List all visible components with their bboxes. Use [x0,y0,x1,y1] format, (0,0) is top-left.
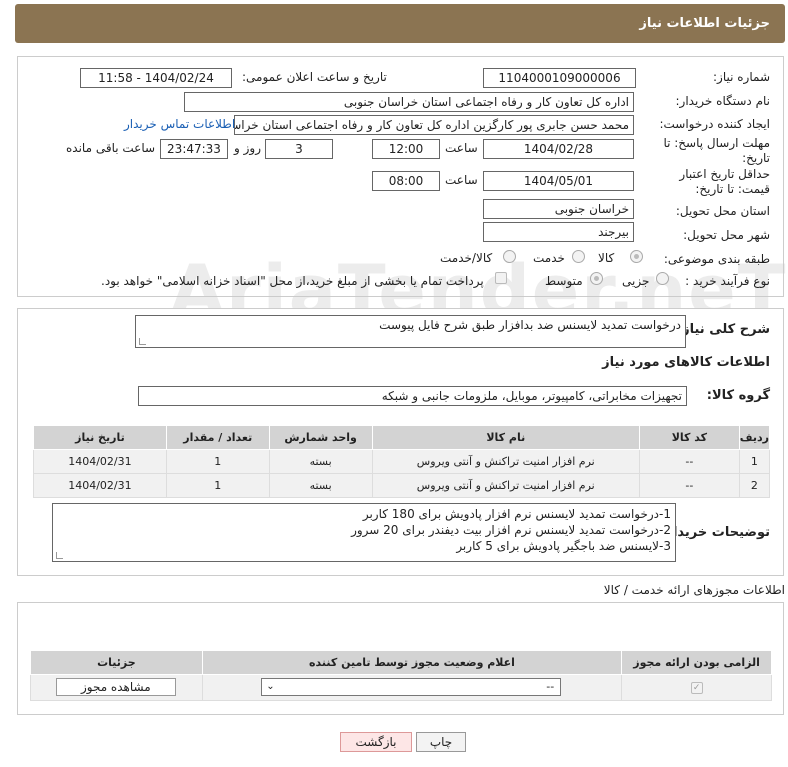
buyer-org-field: اداره کل تعاون کار و رفاه اجتماعی استان … [184,92,634,112]
cell-qty: 1 [165,449,270,474]
cell-date: 1404/02/31 [33,473,167,498]
col-date: تاریخ نیاز [33,425,167,450]
category-label: طبقه بندی موضوعی: [663,252,770,266]
remaining-label: ساعت باقی مانده [66,141,156,155]
category-both-label: کالا/خدمت [440,251,493,265]
table-row: 2 -- نرم افزار امنیت تراکنش و آنتی ویروس… [33,473,771,498]
requester-field: محمد حسن جابری پور کارگزین اداره کل تعاو… [234,115,634,135]
permits-section-title: اطلاعات مجوزهای ارائه خدمت / کالا [603,583,785,597]
table-row: 1 -- نرم افزار امنیت تراکنش و آنتی ویروس… [33,449,771,474]
goods-group-field: تجهیزات مخابراتی، کامپیوتر، موبایل، ملزو… [138,386,687,406]
cell-name: نرم افزار امنیت تراکنش و آنتی ویروس [371,473,640,498]
process-medium-label: متوسط [545,274,583,288]
description-text: درخواست تمدید لایسنس ضد بدافزار طبق شرح … [379,318,681,332]
buyer-note-line: 1-درخواست تمدید لایسنس نرم افزار پادویش … [362,507,671,521]
need-number-label: شماره نیاز: [713,70,770,84]
view-permit-button[interactable]: مشاهده مجوز [55,678,176,696]
cell-unit: بسته [268,449,373,474]
cell-name: نرم افزار امنیت تراکنش و آنتی ویروس [371,449,640,474]
category-service-label: خدمت [533,251,565,265]
goods-table-header: ردیف کد کالا نام کالا واحد شمارش تعداد /… [33,425,771,450]
cell-row: 2 [738,473,771,498]
process-label: نوع فرآیند خرید : [685,274,770,288]
cell-code: -- [638,473,740,498]
province-label: استان محل تحویل: [675,204,770,218]
col-permit-required: الزامی بودن ارائه مجوز [621,650,772,675]
cell-permit-required: ✓ [621,674,772,701]
buyer-notes-textarea[interactable]: 1-درخواست تمدید لایسنس نرم افزار پادویش … [52,503,676,562]
resize-grip[interactable] [139,338,146,345]
category-goods-radio[interactable] [630,250,643,263]
province-field: خراسان جنوبی [483,199,634,219]
cell-row: 1 [738,449,771,474]
col-qty: تعداد / مقدار [165,425,270,450]
page-header: جزئیات اطلاعات نیاز [15,4,785,43]
permits-table: الزامی بودن ارائه مجوز اعلام وضعیت مجوز … [30,650,772,701]
category-service-radio[interactable] [572,250,585,263]
page-title: جزئیات اطلاعات نیاز [639,16,770,31]
buyer-notes-label: توضیحات خریدار: [660,525,770,540]
cell-permit-status: -- ⌄ [201,674,623,701]
col-row: ردیف [738,425,771,450]
reply-deadline-label: مهلت ارسال پاسخ: تا تاریخ: [663,136,770,165]
contact-info-link[interactable]: اطلاعات تماس خریدار [124,117,235,131]
need-number-field: 1104000109000006 [483,68,636,88]
process-medium-radio[interactable] [590,272,603,285]
process-minor-radio[interactable] [656,272,669,285]
chevron-down-icon: ⌄ [266,681,275,692]
cell-unit: بسته [268,473,373,498]
remaining-time-field: 23:47:33 [160,139,228,159]
treasury-payment-checkbox[interactable] [495,272,507,284]
col-unit: واحد شمارش [268,425,373,450]
table-row: ✓ -- ⌄ مشاهده مجوز [30,674,772,701]
col-permit-details: جزئیات [30,650,203,675]
announce-label: تاریخ و ساعت اعلان عمومی: [242,70,387,84]
cell-qty: 1 [165,473,270,498]
col-permit-status: اعلام وضعیت مجوز توسط تامین کننده [201,650,623,675]
permit-status-select[interactable]: -- ⌄ [261,678,562,696]
city-field: بیرجند [483,222,634,242]
goods-table: ردیف کد کالا نام کالا واحد شمارش تعداد /… [33,425,771,498]
requester-label: ایجاد کننده درخواست: [659,117,770,131]
buyer-note-line: 2-درخواست تمدید لایسنس نرم افزار بیت دیف… [351,523,671,537]
treasury-payment-note: پرداخت تمام یا بخشی از مبلغ خرید،از محل … [101,274,484,288]
city-label: شهر محل تحویل: [683,228,770,242]
days-field: 3 [265,139,333,159]
description-label: شرح کلی نیاز: [676,322,770,337]
price-validity-label: حداقل تاریخ اعتبار قیمت: تا تاریخ: [679,167,770,196]
category-goods-label: کالا [598,251,615,265]
permit-required-checkbox: ✓ [690,682,703,694]
print-button[interactable]: چاپ [416,732,466,752]
col-name: نام کالا [371,425,640,450]
buyer-org-label: نام دستگاه خریدار: [675,94,771,108]
price-time-label: ساعت [445,173,478,187]
cell-permit-details: مشاهده مجوز [30,674,203,701]
days-label: روز و [234,141,261,155]
goods-group-label: گروه کالا: [706,388,770,403]
resize-grip[interactable] [56,552,63,559]
reply-time-field: 12:00 [372,139,440,159]
description-textarea[interactable]: درخواست تمدید لایسنس ضد بدافزار طبق شرح … [135,315,686,348]
back-button[interactable]: بازگشت [340,732,412,752]
permit-status-value: -- [546,680,555,693]
reply-time-label: ساعت [445,141,478,155]
col-code: کد کالا [638,425,740,450]
buyer-note-line: 3-لایسنس ضد باجگیر پادویش برای 5 کاربر [456,539,671,553]
permits-table-header: الزامی بودن ارائه مجوز اعلام وضعیت مجوز … [30,650,772,675]
price-time-field: 08:00 [372,171,440,191]
cell-code: -- [638,449,740,474]
reply-date-field: 1404/02/28 [483,139,634,159]
goods-section-title: اطلاعات کالاهای مورد نیاز [602,355,770,370]
category-both-radio[interactable] [503,250,516,263]
announce-field: 1404/02/24 - 11:58 [80,68,232,88]
process-minor-label: جزیی [622,274,650,288]
cell-date: 1404/02/31 [33,449,167,474]
price-date-field: 1404/05/01 [483,171,634,191]
